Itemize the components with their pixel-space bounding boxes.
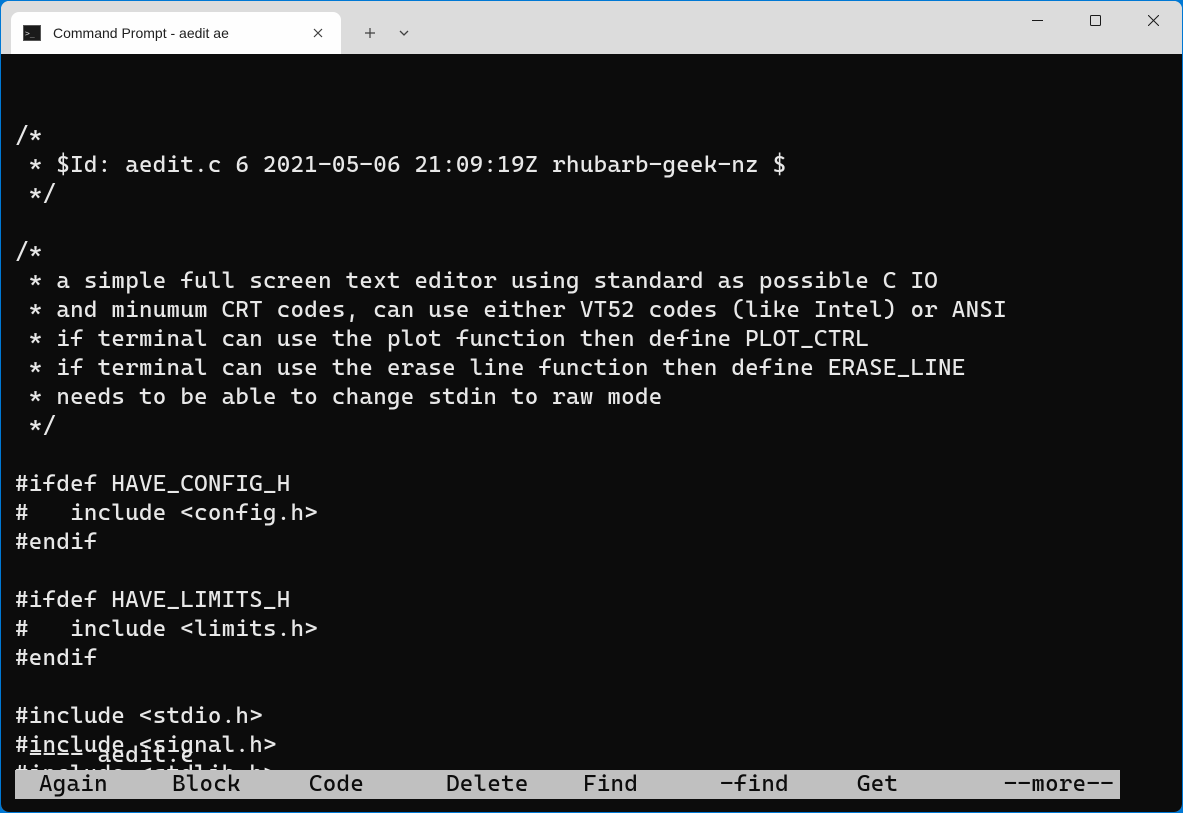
code-line: /* (15, 238, 1182, 267)
code-line (15, 557, 1182, 586)
code-line: /* (15, 122, 1182, 151)
code-line (15, 209, 1182, 238)
code-line: # include <limits.h> (15, 615, 1182, 644)
code-line: #endif (15, 528, 1182, 557)
code-line: */ (15, 412, 1182, 441)
menu-find[interactable]: Find (563, 770, 700, 799)
code-line: #ifdef HAVE_LIMITS_H (15, 586, 1182, 615)
menu-block[interactable]: Block (152, 770, 289, 799)
code-line: #ifdef HAVE_CONFIG_H (15, 470, 1182, 499)
tab-dropdown-button[interactable] (387, 16, 421, 50)
menu-again[interactable]: Again (15, 770, 152, 799)
code-line: * a simple full screen text editor using… (15, 267, 1182, 296)
menu-more[interactable]: --more-- (1004, 770, 1120, 799)
minimize-icon (1032, 15, 1043, 26)
tab-title: Command Prompt - aedit ae (53, 25, 299, 41)
maximize-icon (1090, 15, 1101, 26)
terminal-window: Command Prompt - aedit ae /* * $Id: aedi… (1, 1, 1182, 812)
menu-delete[interactable]: Delete (426, 770, 563, 799)
tab-close-button[interactable] (307, 22, 329, 44)
code-line: * if terminal can use the erase line fun… (15, 354, 1182, 383)
code-line: */ (15, 180, 1182, 209)
titlebar: Command Prompt - aedit ae (1, 1, 1182, 54)
terminal-content[interactable]: /* * $Id: aedit.c 6 2021-05-06 21:09:19Z… (1, 54, 1182, 812)
chevron-down-icon (398, 27, 410, 39)
code-line: * if terminal can use the plot function … (15, 325, 1182, 354)
code-line: #endif (15, 644, 1182, 673)
new-tab-button[interactable] (353, 16, 387, 50)
cmd-icon (23, 25, 41, 41)
code-line (15, 441, 1182, 470)
editor-status-line: ---- aedit.c (15, 741, 1182, 770)
menu-findrev[interactable]: -find (700, 770, 837, 799)
editor-menu-bar: Again Block Code Delete Find -find Get -… (15, 770, 1120, 799)
plus-icon (364, 27, 376, 39)
code-block: /* * $Id: aedit.c 6 2021-05-06 21:09:19Z… (15, 122, 1182, 789)
code-line: * $Id: aedit.c 6 2021-05-06 21:09:19Z rh… (15, 151, 1182, 180)
menu-get[interactable]: Get (837, 770, 974, 799)
code-line: * and minumum CRT codes, can use either … (15, 296, 1182, 325)
close-icon (1148, 15, 1159, 26)
close-icon (313, 28, 323, 38)
code-line: # include <config.h> (15, 499, 1182, 528)
maximize-button[interactable] (1066, 1, 1124, 39)
code-line: #include <stdio.h> (15, 702, 1182, 731)
tab-active[interactable]: Command Prompt - aedit ae (11, 12, 341, 54)
minimize-button[interactable] (1008, 1, 1066, 39)
menu-code[interactable]: Code (289, 770, 426, 799)
code-line (15, 673, 1182, 702)
close-window-button[interactable] (1124, 1, 1182, 39)
window-controls (1008, 1, 1182, 41)
code-line: * needs to be able to change stdin to ra… (15, 383, 1182, 412)
